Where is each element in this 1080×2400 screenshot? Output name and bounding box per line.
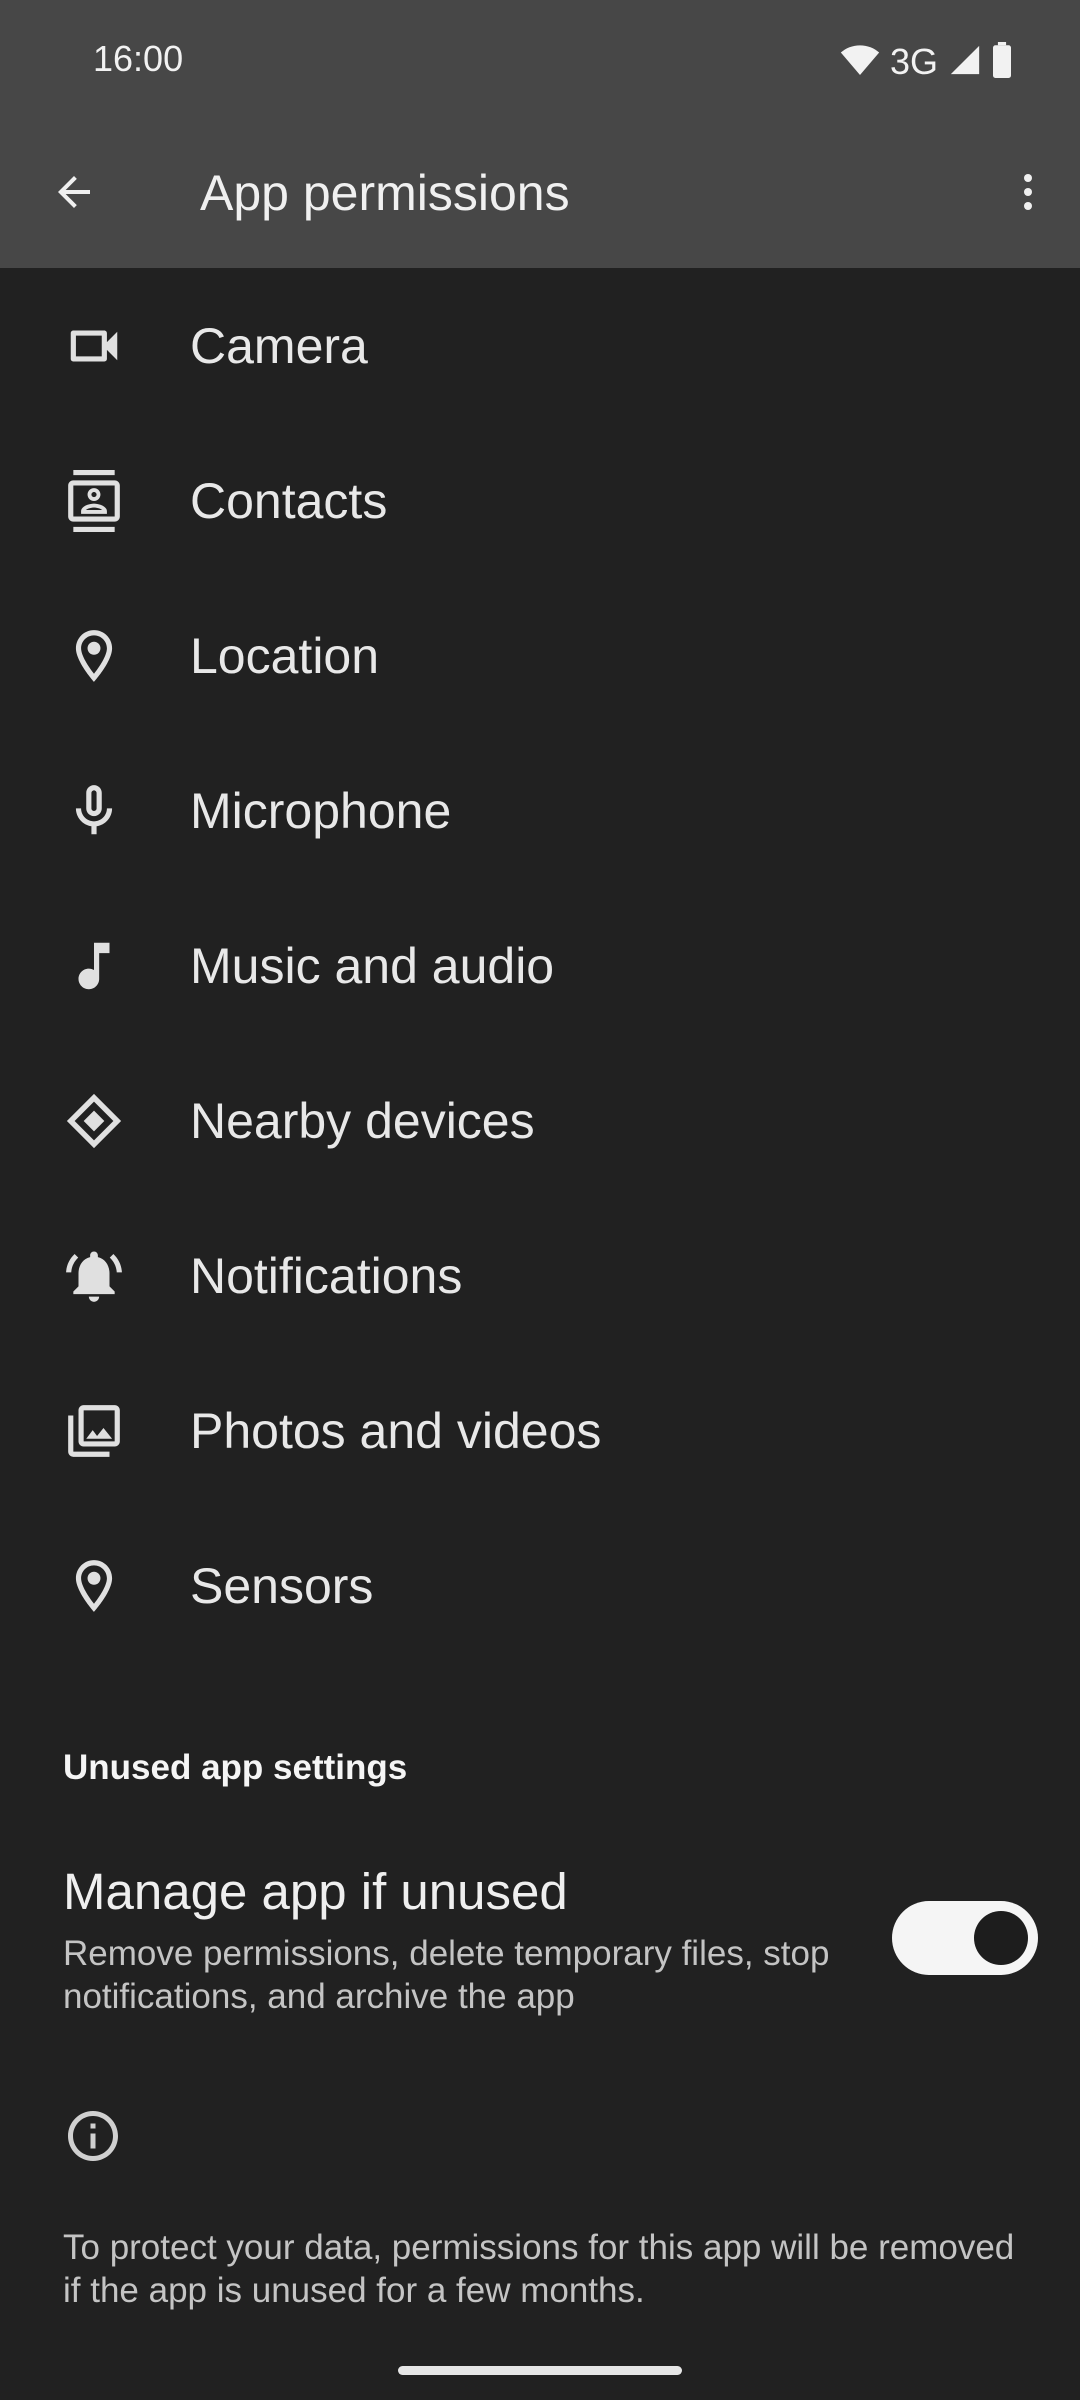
permission-item-sensors[interactable]: Sensors — [0, 1508, 1080, 1663]
home-indicator[interactable] — [398, 2366, 682, 2375]
permission-item-notifications[interactable]: Notifications — [0, 1198, 1080, 1353]
back-button[interactable] — [40, 160, 108, 228]
permission-item-music-and-audio[interactable]: Music and audio — [0, 888, 1080, 1043]
more-vert-icon — [1004, 168, 1052, 221]
info-icon — [63, 2106, 123, 2166]
info-text: To protect your data, permissions for th… — [63, 2228, 1015, 2310]
status-time: 16:00 — [93, 38, 184, 79]
manage-app-if-unused-title: Manage app if unused — [63, 1863, 568, 1920]
photos-icon — [58, 1395, 130, 1467]
status-bar: 16:00 3G — [0, 0, 1080, 120]
arrow-back-icon — [50, 168, 98, 221]
location-icon — [58, 620, 130, 692]
permission-item-contacts[interactable]: Contacts — [0, 423, 1080, 578]
toggle-knob — [974, 1911, 1028, 1965]
manage-app-if-unused-toggle[interactable] — [892, 1901, 1038, 1975]
app-bar: App permissions — [0, 120, 1080, 268]
more-options-button[interactable] — [994, 160, 1062, 228]
music-note-icon — [58, 930, 130, 1002]
permission-label: Photos and videos — [190, 1402, 602, 1459]
network-type: 3G — [889, 41, 938, 82]
permission-item-location[interactable]: Location — [0, 578, 1080, 733]
nearby-devices-icon — [58, 1085, 130, 1157]
permission-label: Music and audio — [190, 937, 555, 994]
permission-label: Notifications — [190, 1247, 463, 1304]
permission-label: Camera — [190, 317, 368, 374]
section-header-unused-app-settings: Unused app settings — [63, 1748, 408, 1787]
permission-item-microphone[interactable]: Microphone — [0, 733, 1080, 888]
sensors-icon — [58, 1550, 130, 1622]
permission-label: Microphone — [190, 782, 452, 839]
contacts-icon — [58, 465, 130, 537]
microphone-icon — [58, 775, 130, 847]
permission-label: Sensors — [190, 1557, 374, 1614]
permission-label: Contacts — [190, 472, 388, 529]
camera-icon — [58, 310, 130, 382]
permission-label: Location — [190, 627, 380, 684]
permission-item-camera[interactable]: Camera — [0, 268, 1080, 423]
notifications-bell-icon — [58, 1240, 130, 1312]
permission-item-photos-and-videos[interactable]: Photos and videos — [0, 1353, 1080, 1508]
status-icons: 3G — [840, 38, 1012, 86]
manage-app-if-unused-row[interactable]: Manage app if unused Remove permissions,… — [0, 1848, 1080, 2028]
permission-label: Nearby devices — [190, 1092, 535, 1149]
permission-item-nearby-devices[interactable]: Nearby devices — [0, 1043, 1080, 1198]
permission-list: Camera Contacts Location Microphone Musi… — [0, 268, 1080, 1663]
cell-signal-icon — [948, 43, 982, 82]
battery-icon — [992, 41, 1012, 83]
manage-app-if-unused-description: Remove permissions, delete temporary fil… — [63, 1934, 830, 2016]
page-title: App permissions — [200, 165, 570, 221]
wifi-icon — [840, 42, 880, 83]
